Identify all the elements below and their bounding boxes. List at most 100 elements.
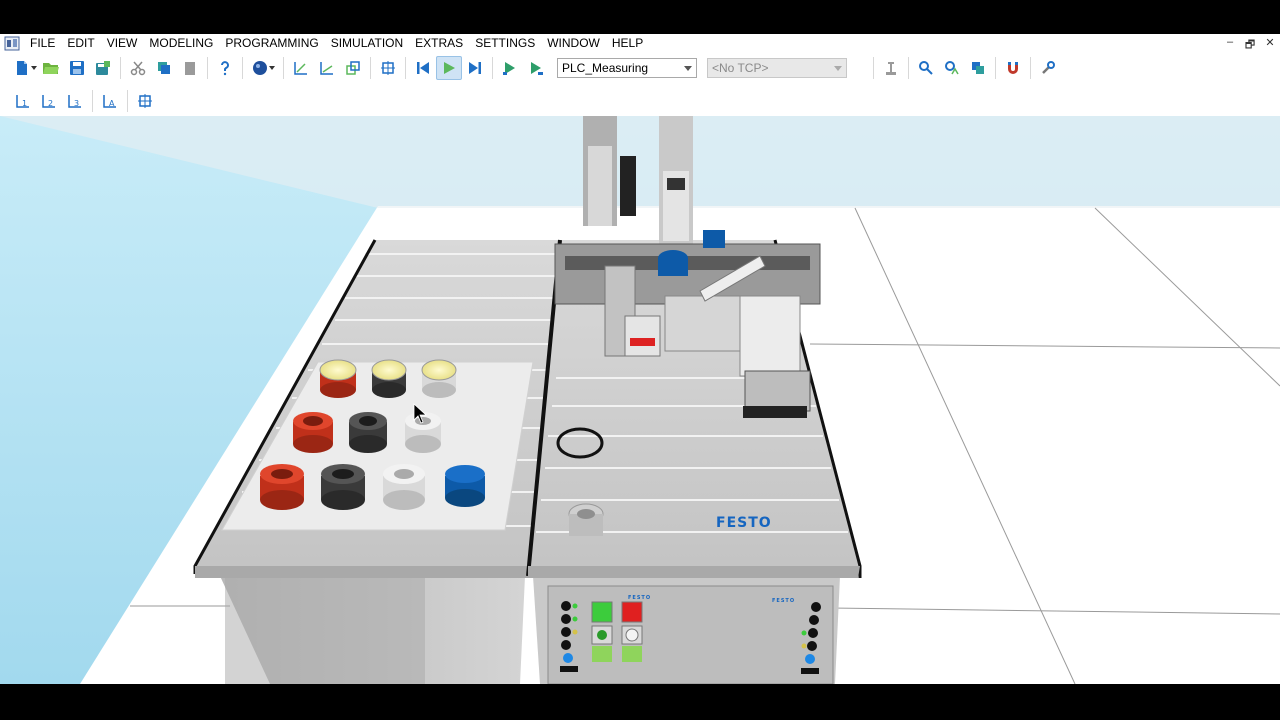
panel-logo-left: FESTO [628, 595, 651, 601]
run-icon [503, 62, 515, 75]
chevron-down-icon[interactable] [268, 66, 275, 70]
sphere-icon [252, 61, 267, 75]
trace-button[interactable] [939, 56, 965, 80]
menu-file[interactable]: FILE [24, 34, 61, 53]
paste-button[interactable] [177, 56, 203, 80]
open-button[interactable] [38, 56, 64, 80]
snap-frame-icon [381, 61, 395, 75]
svg-text:2: 2 [48, 99, 53, 108]
fit-view-button[interactable] [132, 89, 158, 113]
scene-canvas[interactable]: FESTO FESTO FESTO [0, 116, 1280, 684]
cut-button[interactable] [125, 56, 151, 80]
save-all-icon [96, 61, 110, 75]
view-2-button[interactable]: 2 [36, 89, 62, 113]
settings-button[interactable] [1035, 56, 1061, 80]
svg-text:1: 1 [22, 99, 27, 108]
app-icon [4, 36, 20, 51]
collision-button[interactable] [965, 56, 991, 80]
measuring-probe [624, 315, 661, 357]
step-simulation-button[interactable] [462, 56, 488, 80]
search-object-button[interactable] [913, 56, 939, 80]
step-forward-icon [469, 62, 481, 74]
copy-button[interactable] [151, 56, 177, 80]
magnet-button[interactable] [1000, 56, 1026, 80]
stop-button-red [621, 601, 643, 623]
save-all-button[interactable] [90, 56, 116, 80]
menu-window[interactable]: WINDOW [541, 34, 606, 53]
pallet-holder [744, 370, 811, 412]
panel-logo-right: FESTO [772, 598, 795, 604]
measure-button[interactable] [288, 56, 314, 80]
align-icon [346, 61, 360, 75]
collision-icon [972, 62, 984, 74]
conveyor-workpiece-blue-2 [703, 230, 725, 248]
app-window: FILE EDIT VIEW MODELING PROGRAMMING SIMU… [0, 34, 1280, 684]
toolbar-separator [405, 57, 406, 79]
program-select-value: PLC_Measuring [562, 61, 649, 75]
toolbar-separator [283, 57, 284, 79]
probe-indicator-red [630, 338, 655, 346]
reset-simulation-button[interactable] [410, 56, 436, 80]
toolbar-separator [207, 57, 208, 79]
robot-arm-left-body [588, 146, 612, 226]
new-file-icon [16, 61, 27, 75]
left-table-front [195, 566, 548, 578]
teach-button[interactable] [878, 56, 904, 80]
help-button[interactable] [212, 56, 238, 80]
program-select[interactable]: PLC_Measuring [557, 58, 697, 78]
menu-help[interactable]: HELP [606, 34, 649, 53]
letterbox-top [0, 0, 1280, 34]
view-toolbar: 1 2 3 A [0, 86, 1280, 116]
menu-edit[interactable]: EDIT [61, 34, 100, 53]
letterbox-bottom [0, 684, 1280, 720]
toolbar-separator [127, 90, 128, 112]
view-2-icon: 2 [42, 95, 55, 108]
play-simulation-button[interactable] [436, 56, 462, 80]
svg-text:3: 3 [74, 99, 79, 108]
run-program-button[interactable] [497, 56, 523, 80]
3d-viewport[interactable]: FESTO FESTO FESTO [0, 116, 1280, 684]
trace-icon [945, 61, 959, 75]
menu-modeling[interactable]: MODELING [143, 34, 219, 53]
paste-icon [185, 62, 195, 75]
menu-settings[interactable]: SETTINGS [469, 34, 541, 53]
menu-simulation[interactable]: SIMULATION [325, 34, 409, 53]
save-icon [70, 61, 84, 75]
view-mode-button[interactable] [247, 56, 279, 80]
view-1-button[interactable]: 1 [10, 89, 36, 113]
toolbar-separator [242, 57, 243, 79]
play-icon [444, 62, 455, 74]
view-1-icon: 1 [16, 95, 29, 108]
angle-icon [320, 62, 333, 75]
toolbar-separator [492, 57, 493, 79]
chevron-down-icon[interactable] [30, 66, 37, 70]
align-button[interactable] [340, 56, 366, 80]
run-to-button[interactable] [523, 56, 549, 80]
cut-icon [130, 61, 146, 76]
svg-text:A: A [109, 99, 115, 108]
toolbar-separator [370, 57, 371, 79]
tcp-select[interactable]: <No TCP> [707, 58, 847, 78]
angle-button[interactable] [314, 56, 340, 80]
view-3-icon: 3 [68, 95, 81, 108]
chevron-down-icon [834, 65, 842, 71]
skip-back-icon [417, 62, 429, 74]
menu-view[interactable]: VIEW [101, 34, 144, 53]
right-table-front [528, 566, 860, 578]
menu-programming[interactable]: PROGRAMMING [219, 34, 324, 53]
view-all-icon: A [103, 95, 116, 108]
toolbar-separator [92, 90, 93, 112]
view-3-button[interactable]: 3 [62, 89, 88, 113]
axis-icon [294, 62, 307, 75]
loose-workpiece-hole [577, 509, 595, 519]
snap-button[interactable] [375, 56, 401, 80]
panel-lamp-green [597, 630, 607, 640]
menu-bar: FILE EDIT VIEW MODELING PROGRAMMING SIMU… [0, 34, 1280, 53]
wrench-icon [1042, 61, 1055, 74]
tcp-select-value: <No TCP> [712, 61, 769, 75]
save-button[interactable] [64, 56, 90, 80]
view-all-button[interactable]: A [97, 89, 123, 113]
menu-extras[interactable]: EXTRAS [409, 34, 469, 53]
new-file-button[interactable] [12, 56, 38, 80]
key-switch-knob [625, 628, 639, 642]
